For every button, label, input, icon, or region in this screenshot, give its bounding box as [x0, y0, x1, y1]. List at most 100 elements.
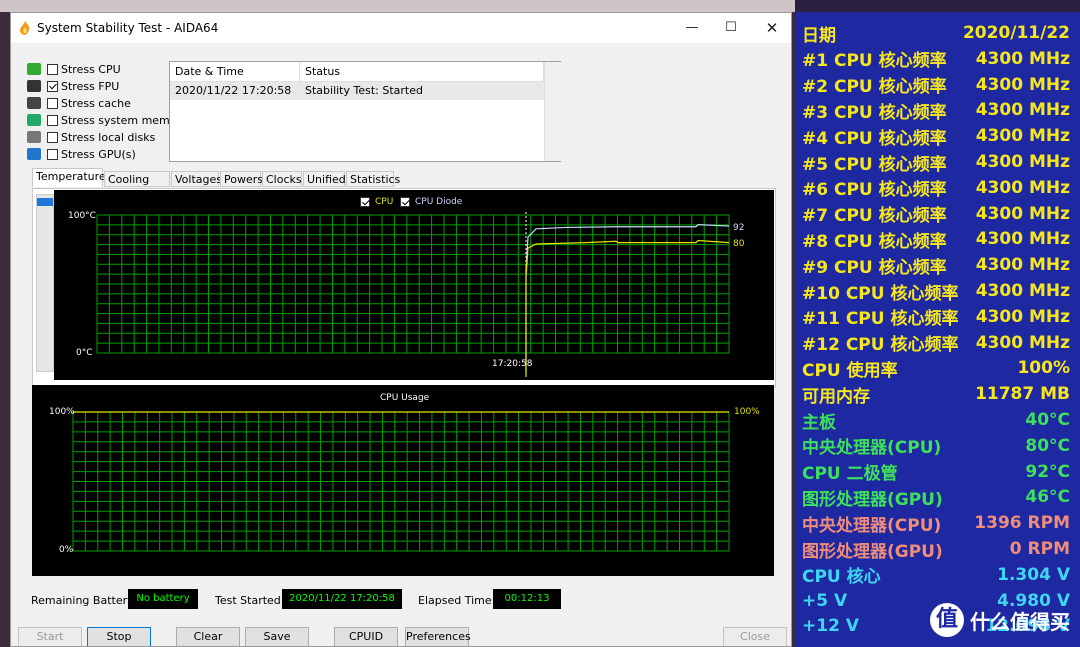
temp-axis-max: 100°C — [68, 211, 96, 221]
osd-row: #2 CPU 核心频率 4300 MHz — [802, 72, 1070, 98]
legend-cpu-label: CPU — [375, 197, 394, 207]
osd-value: 4300 MHz — [975, 126, 1070, 147]
tab-voltages[interactable]: Voltages — [171, 171, 222, 187]
status-log-table[interactable]: Date & Time Status 2020/11/22 17:20:58 S… — [169, 61, 561, 162]
osd-label: #2 CPU 核心频率 — [802, 77, 947, 98]
cpu-usage-graph-canvas — [72, 411, 730, 552]
stress-checkbox[interactable] — [47, 131, 58, 143]
osd-value: 4300 MHz — [975, 281, 1070, 301]
osd-label: +12 V — [802, 616, 859, 637]
osd-row: CPU 核心 1.304 V — [802, 562, 1070, 588]
stress-checkbox[interactable] — [47, 114, 58, 126]
clear-button[interactable]: Clear — [176, 627, 240, 646]
elapsed-time-label: Elapsed Time: — [418, 594, 496, 607]
stress-option[interactable]: Stress GPU(s) — [27, 146, 136, 162]
osd-row: #5 CPU 核心频率 4300 MHz — [802, 149, 1070, 175]
battery-value: No battery — [128, 589, 198, 609]
stress-option-label: Stress FPU — [61, 79, 120, 93]
osd-label: 图形处理器(GPU) — [802, 541, 943, 562]
stress-option[interactable]: Stress FPU — [27, 78, 119, 94]
osd-value: 1396 RPM — [974, 513, 1070, 534]
osd-row: 中央处理器(CPU) 1396 RPM — [802, 510, 1070, 536]
osd-value: 4300 MHz — [975, 100, 1070, 121]
osd-row: 图形处理器(GPU) 0 RPM — [802, 536, 1070, 562]
minimize-icon[interactable]: — — [675, 17, 709, 39]
osd-label: #10 CPU 核心频率 — [802, 283, 959, 304]
osd-label: #11 CPU 核心频率 — [802, 309, 959, 330]
osd-row: #9 CPU 核心频率 4300 MHz — [802, 252, 1070, 278]
stress-checkbox[interactable] — [47, 63, 58, 75]
maximize-icon[interactable]: ☐ — [714, 17, 748, 39]
stress-option[interactable]: Stress local disks — [27, 129, 155, 145]
osd-label: 中央处理器(CPU) — [802, 515, 942, 536]
osd-row: #8 CPU 核心频率 4300 MHz — [802, 226, 1070, 252]
osd-top-strip — [795, 0, 1080, 12]
cpuid-button[interactable]: CPUID — [334, 627, 398, 646]
title-bar[interactable]: System Stability Test - AIDA64 — ☐ ✕ — [11, 13, 791, 43]
graph-scroll-slider[interactable] — [36, 194, 54, 372]
tab-clocks[interactable]: Clocks — [262, 171, 302, 187]
stress-checkbox[interactable] — [47, 80, 58, 92]
tab-unified[interactable]: Unified — [303, 171, 346, 187]
osd-value: 92°C — [1025, 461, 1070, 482]
column-header-status[interactable]: Status — [300, 62, 544, 82]
preferences-button[interactable]: Preferences — [405, 627, 471, 646]
osd-row: #4 CPU 核心频率 4300 MHz — [802, 123, 1070, 149]
osd-row: 日期 2020/11/22 — [802, 20, 1070, 46]
osd-row: #6 CPU 核心频率 4300 MHz — [802, 175, 1070, 201]
stress-checkbox[interactable] — [47, 97, 58, 109]
cache-chip-icon — [27, 97, 41, 109]
osd-row: #12 CPU 核心频率 4300 MHz — [802, 330, 1070, 356]
legend-cpu[interactable]: CPU — [360, 197, 393, 207]
legend-diode-label: CPU Diode — [415, 197, 463, 207]
legend-diode-checkbox[interactable] — [400, 197, 410, 207]
osd-label: 日期 — [802, 25, 836, 46]
stress-option-label: Stress local disks — [61, 130, 156, 144]
stress-option[interactable]: Stress system memory — [27, 112, 188, 128]
osd-label: #6 CPU 核心频率 — [802, 180, 947, 201]
stress-option[interactable]: Stress CPU — [27, 61, 121, 77]
osd-value: 4300 MHz — [975, 152, 1070, 172]
osd-value: 11787 MB — [975, 384, 1070, 405]
diode-value-label: 92 — [733, 223, 745, 233]
stress-option-label: Stress cache — [61, 96, 131, 110]
usage-axis-max: 100% — [49, 407, 75, 417]
osd-label: 中央处理器(CPU) — [802, 438, 942, 459]
close-button[interactable]: Close — [723, 627, 787, 646]
tab-powers[interactable]: Powers — [220, 171, 263, 187]
osd-value: 4300 MHz — [975, 74, 1070, 95]
osd-value: 0 RPM — [1009, 539, 1070, 559]
start-button[interactable]: Start — [18, 627, 82, 646]
stress-option[interactable]: Stress cache — [27, 95, 131, 111]
osd-row: 主板 40°C — [802, 407, 1070, 433]
osd-label: CPU 核心 — [802, 567, 881, 588]
osd-row: #3 CPU 核心频率 4300 MHz — [802, 97, 1070, 123]
stress-checkbox[interactable] — [47, 148, 58, 160]
column-header-datetime[interactable]: Date & Time — [170, 62, 300, 82]
slider-thumb[interactable] — [37, 198, 53, 206]
log-scrollbar[interactable] — [544, 62, 561, 161]
save-button[interactable]: Save — [245, 627, 309, 646]
stop-button[interactable]: Stop — [87, 627, 151, 646]
tab-cooling-fans[interactable]: Cooling Fans — [104, 171, 170, 202]
osd-row: 图形处理器(GPU) 46°C — [802, 484, 1070, 510]
tab-temperatures[interactable]: Temperatures — [32, 168, 111, 187]
osd-row: #7 CPU 核心频率 4300 MHz — [802, 201, 1070, 227]
tab-statistics[interactable]: Statistics — [346, 171, 400, 187]
legend-cpu-diode[interactable]: CPU Diode — [400, 197, 462, 207]
test-started-label: Test Started: — [215, 594, 285, 607]
cpu-value-label: 80 — [733, 239, 745, 249]
osd-row: 可用内存 11787 MB — [802, 381, 1070, 407]
osd-label: #3 CPU 核心频率 — [802, 102, 947, 123]
legend-cpu-checkbox[interactable] — [360, 197, 370, 207]
osd-label: 图形处理器(GPU) — [802, 489, 943, 510]
osd-label: #8 CPU 核心频率 — [802, 231, 947, 252]
osd-row: #10 CPU 核心频率 4300 MHz — [802, 278, 1070, 304]
log-datetime: 2020/11/22 17:20:58 — [175, 84, 292, 97]
temperature-graph-canvas — [96, 212, 730, 377]
osd-label: #1 CPU 核心频率 — [802, 51, 947, 72]
elapsed-time-value: 00:12:13 — [493, 589, 561, 609]
osd-label: #4 CPU 核心频率 — [802, 128, 947, 149]
close-icon[interactable]: ✕ — [755, 17, 789, 39]
temp-axis-min: 0°C — [76, 348, 93, 358]
